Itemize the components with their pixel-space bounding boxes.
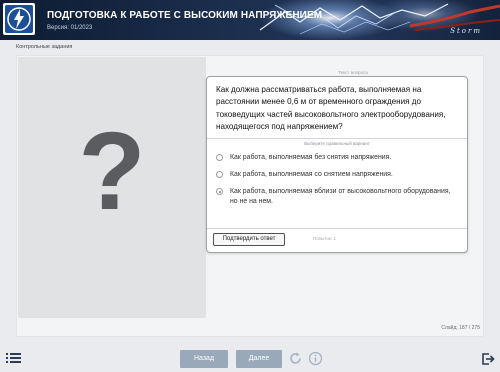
answer-option-label: Как работа, выполняемая вблизи от высоко… [230,188,451,205]
attempts-counter: Попыток: 1 [313,236,336,241]
divider [207,138,467,139]
course-version: Версия: 01/2023 [47,25,93,31]
question-mark-image: ? [78,110,146,233]
question-text: Как должна рассматриваться работа, выпол… [216,85,446,132]
answer-option-3[interactable]: Как работа, выполняемая вблизи от высоко… [216,187,456,207]
storm-logo [3,3,35,35]
answer-option-label: Как работа, выполняемая со снятием напря… [230,171,393,178]
radio-button[interactable] [216,171,223,178]
brand-wordmark: Storm [450,27,482,35]
menu-list-icon[interactable] [6,352,22,364]
reload-icon[interactable] [288,351,303,366]
next-button[interactable]: Далее [236,350,282,368]
answer-option-2[interactable]: Как работа, выполняемая со снятием напря… [216,170,456,180]
slide-card: ? Текст вопроса Как должна рассматривать… [16,55,484,337]
breadcrumb: Контрольные задания [16,44,73,50]
submit-answer-button[interactable]: Подтвердить ответ [213,233,285,246]
question-caption: Текст вопроса [338,70,368,75]
radio-button-selected[interactable] [216,188,223,195]
info-icon[interactable] [308,351,323,366]
question-image-panel: ? [18,57,206,318]
question-box: Как должна рассматриваться работа, выпол… [206,76,468,253]
app-header: ПОДГОТОВКА К РАБОТЕ С ВЫСОКИМ НАПРЯЖЕНИЕ… [0,0,500,40]
slide-counter: Слайд: 187 / 275 [441,325,480,331]
course-title: ПОДГОТОВКА К РАБОТЕ С ВЫСОКИМ НАПРЯЖЕНИЕ… [47,10,323,21]
answer-option-1[interactable]: Как работа, выполняемая без снятия напря… [216,153,456,163]
lightning-logo-icon [5,5,33,33]
back-button[interactable]: Назад [180,350,228,368]
radio-button[interactable] [216,154,223,161]
answer-option-label: Как работа, выполняемая без снятия напря… [230,154,392,161]
divider [207,228,467,229]
exit-icon[interactable] [481,352,495,366]
choose-hint: Выберите правильный вариант [304,141,370,146]
